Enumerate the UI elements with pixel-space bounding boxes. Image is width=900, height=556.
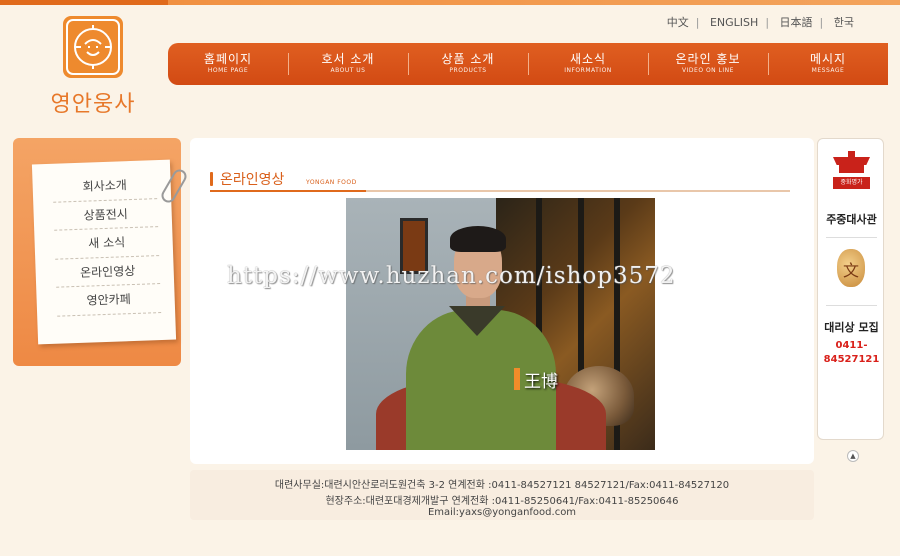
nav-label: 온라인 홍보 [675,52,741,66]
nav-label: 홈페이지 [203,52,253,66]
content-panel: 온라인영상 YONGAN FOOD 王博 [190,138,814,464]
section-subtitle: YONGAN FOOD [306,179,357,186]
language-switcher: 中文 | ENGLISH | 日本語 | 한국 [666,16,854,29]
right-panel: 중화명가 주중대사관 文 대리상 모집 0411-84527121 [817,138,884,440]
title-marker [210,172,213,186]
nav-sub: INFORMATION [564,67,612,74]
divider [826,237,877,238]
nav-products[interactable]: 상품 소개 PRODUCTS [408,43,528,85]
nav-sub: ABOUT US [330,67,366,74]
lion-icon [63,16,123,78]
nav-label: 새소식 [569,52,607,66]
nav-label: 메시지 [809,52,847,66]
watermark-url: https://www.huzhan.com/ishop3572 [227,263,676,289]
sidebar-note: 회사소개 상품전시 새 소식 온라인영상 영안카페 [31,159,177,345]
lang-chinese[interactable]: 中文 [667,16,689,29]
divider [826,305,877,306]
building-label: 중화명가 [833,177,870,189]
brand-name: 영안웅사 [50,92,136,117]
video-player[interactable]: 王博 [346,198,655,450]
title-divider [210,190,790,192]
lang-japanese[interactable]: 日本語 [780,16,813,29]
sidebar: 회사소개 상품전시 새 소식 온라인영상 영안카페 [13,138,190,366]
nav-sub: HOME PAGE [207,67,249,74]
sidebar-item-video[interactable]: 온라인영상 [55,255,161,288]
lang-english[interactable]: ENGLISH [710,16,758,29]
main-nav: 홈페이지 HOME PAGE 호서 소개 ABOUT US 상품 소개 PROD… [168,43,888,85]
sidebar-item-company[interactable]: 회사소개 [52,170,158,203]
nav-label: 호서 소개 [321,52,375,66]
nav-information[interactable]: 새소식 INFORMATION [528,43,648,85]
nav-sub: VIDEO ON LINE [682,67,734,74]
nav-label: 상품 소개 [441,52,495,66]
nav-video[interactable]: 온라인 홍보 VIDEO ON LINE [648,43,768,85]
sidebar-menu: 회사소개 상품전시 새 소식 온라인영상 영안카페 [32,160,175,317]
nav-about[interactable]: 호서 소개 ABOUT US [288,43,408,85]
nav-sub: PRODUCTS [449,67,487,74]
sidebar-item-products[interactable]: 상품전시 [53,198,159,231]
embassy-link[interactable]: 주중대사관 [818,211,885,227]
agent-recruit-link[interactable]: 대리상 모집 [818,319,885,335]
nav-home[interactable]: 홈페이지 HOME PAGE [168,43,288,85]
sidebar-item-news[interactable]: 새 소식 [54,227,160,260]
top-stripe [0,0,900,5]
medallion-icon[interactable]: 文 [837,249,865,287]
up-arrow-icon[interactable]: ▲ [847,450,859,462]
nav-message[interactable]: 메시지 MESSAGE [768,43,888,85]
nav-sub: MESSAGE [811,67,845,74]
lang-korean[interactable]: 한국 [834,16,854,29]
caption-name: 王博 [524,371,558,392]
section-title: 온라인영상 [220,172,285,188]
footer-site: 현장주소:대련포대경제개발구 연계전화 :0411-85250641/Fax:0… [325,496,679,507]
video-caption: 王博 [514,368,558,392]
footer-email[interactable]: Email:yaxs@yonganfood.com [190,507,814,518]
brand-logo[interactable]: 영안웅사 [38,14,148,124]
building-icon[interactable]: 중화명가 [833,151,870,191]
agent-phone: 0411-84527121 [823,340,880,365]
footer: 대련사무실:대련시안산로러도원건축 3-2 연계전화 :0411-8452712… [190,470,814,520]
sidebar-item-cafe[interactable]: 영안카페 [56,284,162,317]
footer-office: 대련사무실:대련시안산로러도원건축 3-2 연계전화 :0411-8452712… [274,480,730,491]
